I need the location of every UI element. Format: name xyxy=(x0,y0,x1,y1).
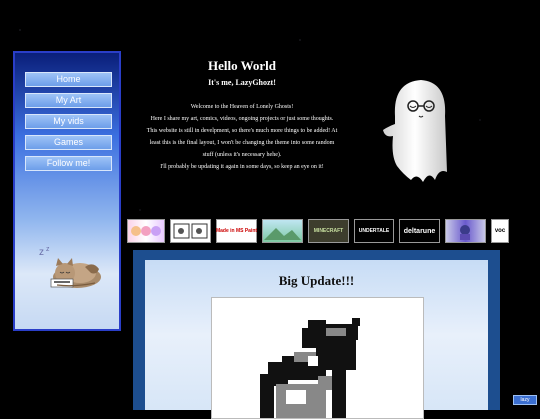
character-button[interactable] xyxy=(445,219,486,243)
nav-games-link[interactable]: Games xyxy=(25,135,112,150)
intro-line: Welcome to the Heaven of Lonely Ghosts! xyxy=(190,104,294,110)
svg-text:z: z xyxy=(39,247,44,258)
intro-line: stuff (unless it's necessary hehe). xyxy=(202,152,282,158)
minecraft-button[interactable]: MINECRAFT xyxy=(308,219,349,243)
cow-icon xyxy=(260,318,360,418)
deltarune-button[interactable]: deltarune xyxy=(399,219,440,243)
nav-home-link[interactable]: Home xyxy=(25,72,112,87)
ghost-mascot-image xyxy=(383,80,447,182)
made-with-paint-label: Made in MS Paint xyxy=(215,228,258,234)
minecraft-label: MINECRAFT xyxy=(313,228,344,234)
sleeping-cat-image: z z xyxy=(39,246,101,288)
update-panel: Big Update!!! xyxy=(145,260,488,419)
made-with-paint-button[interactable]: Made in MS Paint xyxy=(216,219,257,243)
nav-my-vids-link[interactable]: My vids xyxy=(25,114,112,129)
comic-button[interactable] xyxy=(170,219,211,243)
sidebar: Home My Art My vids Games Follow me! z z xyxy=(13,51,121,331)
update-title: Big Update!!! xyxy=(278,273,355,288)
page-subtitle: It's me, LazyGhozt! xyxy=(208,78,276,87)
corner-badge[interactable]: lazy xyxy=(513,395,537,405)
update-frame: Big Update!!! xyxy=(133,250,500,419)
nav-follow-me-link[interactable]: Follow me! xyxy=(25,156,112,171)
intro-line: I'll probably be updating it again in so… xyxy=(160,164,324,170)
svg-text:z: z xyxy=(46,246,50,253)
nav-menu: Home My Art My vids Games Follow me! xyxy=(25,72,112,177)
intro-line: Here I share my art, comics, videos, ong… xyxy=(150,116,334,122)
undertale-label: UNDERTALE xyxy=(358,228,390,234)
page-title: Hello World xyxy=(207,58,276,73)
intro-line: least this is the final layout, I won't … xyxy=(149,140,335,146)
undertale-button[interactable]: UNDERTALE xyxy=(354,219,394,243)
vocaloid-button[interactable]: voc xyxy=(491,219,509,243)
vocaloid-label: voc xyxy=(494,228,506,234)
intro-line: This website is still in develpment, so … xyxy=(146,128,338,134)
landscape-button[interactable] xyxy=(262,219,303,243)
intro-section: Hello World It's me, LazyGhozt! Welcome … xyxy=(133,58,351,173)
deltarune-label: deltarune xyxy=(403,227,436,235)
nav-my-art-link[interactable]: My Art xyxy=(25,93,112,108)
site-buttons-row: Made in MS Paint MINECRAFT UNDERTALE del… xyxy=(125,218,509,244)
anime-faces-button[interactable] xyxy=(127,219,165,243)
cow-image xyxy=(211,297,424,419)
